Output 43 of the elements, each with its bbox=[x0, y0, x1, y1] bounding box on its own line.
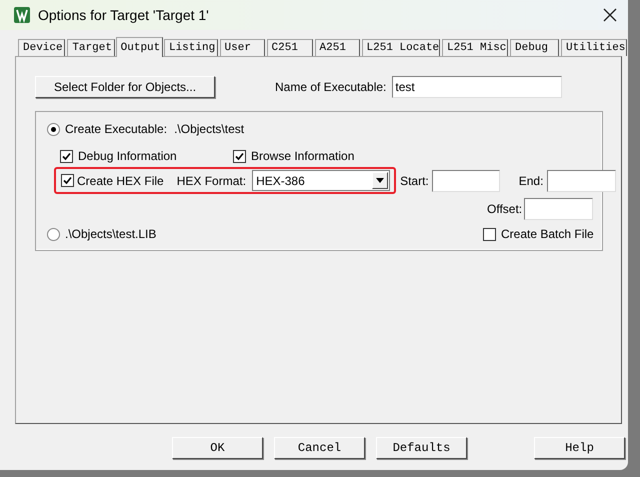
checkbox-label: Debug Information bbox=[78, 149, 178, 163]
tab[interactable]: Debug bbox=[510, 39, 559, 56]
field-label: HEX Format: bbox=[176, 174, 246, 188]
tab[interactable]: Target bbox=[67, 39, 115, 56]
checkbox[interactable] bbox=[60, 150, 73, 162]
tab[interactable]: C251 bbox=[266, 39, 313, 56]
radio-button[interactable] bbox=[47, 122, 60, 136]
executable-name-field[interactable]: test bbox=[392, 76, 562, 98]
field-label: End: bbox=[518, 174, 544, 188]
dropdown-arrow-icon bbox=[376, 178, 384, 183]
app-logo-icon bbox=[14, 7, 30, 23]
hex-format-dropdown[interactable]: HEX-386 bbox=[252, 170, 390, 191]
radio-label: Create Executable: bbox=[65, 122, 168, 136]
field-label: Offset: bbox=[487, 202, 522, 216]
tab[interactable]: Utilities bbox=[561, 39, 627, 56]
tab[interactable]: L251 Locate bbox=[362, 39, 440, 56]
checkbox[interactable] bbox=[233, 150, 246, 162]
start-field[interactable] bbox=[432, 170, 500, 192]
checkbox-label: Create Batch File bbox=[501, 227, 594, 241]
checkbox[interactable] bbox=[483, 228, 496, 240]
dialog-button[interactable]: Defaults bbox=[376, 437, 467, 459]
radio-label: .\Objects\test.LIB bbox=[65, 227, 158, 241]
tab[interactable]: User bbox=[220, 39, 265, 56]
dialog-button[interactable]: Cancel bbox=[274, 437, 365, 459]
dialog-button[interactable]: OK bbox=[172, 437, 263, 459]
tab[interactable]: Listing bbox=[164, 39, 218, 56]
checkbox-label: Browse Information bbox=[251, 149, 354, 163]
close-button[interactable] bbox=[602, 7, 618, 23]
executable-path: .\Objects\test bbox=[174, 122, 244, 136]
checkbox-label: Create HEX File bbox=[77, 174, 164, 188]
checkbox[interactable] bbox=[61, 174, 74, 187]
dialog-button[interactable]: Help bbox=[534, 437, 625, 459]
field-label: Name of Executable: bbox=[275, 80, 386, 94]
radio-button[interactable] bbox=[47, 228, 60, 240]
select-folder-button[interactable]: Select Folder for Objects... bbox=[35, 76, 215, 98]
tab[interactable]: Output bbox=[116, 37, 163, 57]
tab[interactable]: L251 Misc bbox=[442, 39, 508, 56]
tab[interactable]: Device bbox=[18, 39, 66, 56]
end-field[interactable] bbox=[547, 170, 616, 192]
offset-field[interactable] bbox=[524, 198, 594, 220]
window-title: Options for Target 'Target 1' bbox=[38, 7, 210, 23]
field-label: Start: bbox=[400, 174, 429, 188]
tab[interactable]: A251 bbox=[314, 39, 360, 56]
